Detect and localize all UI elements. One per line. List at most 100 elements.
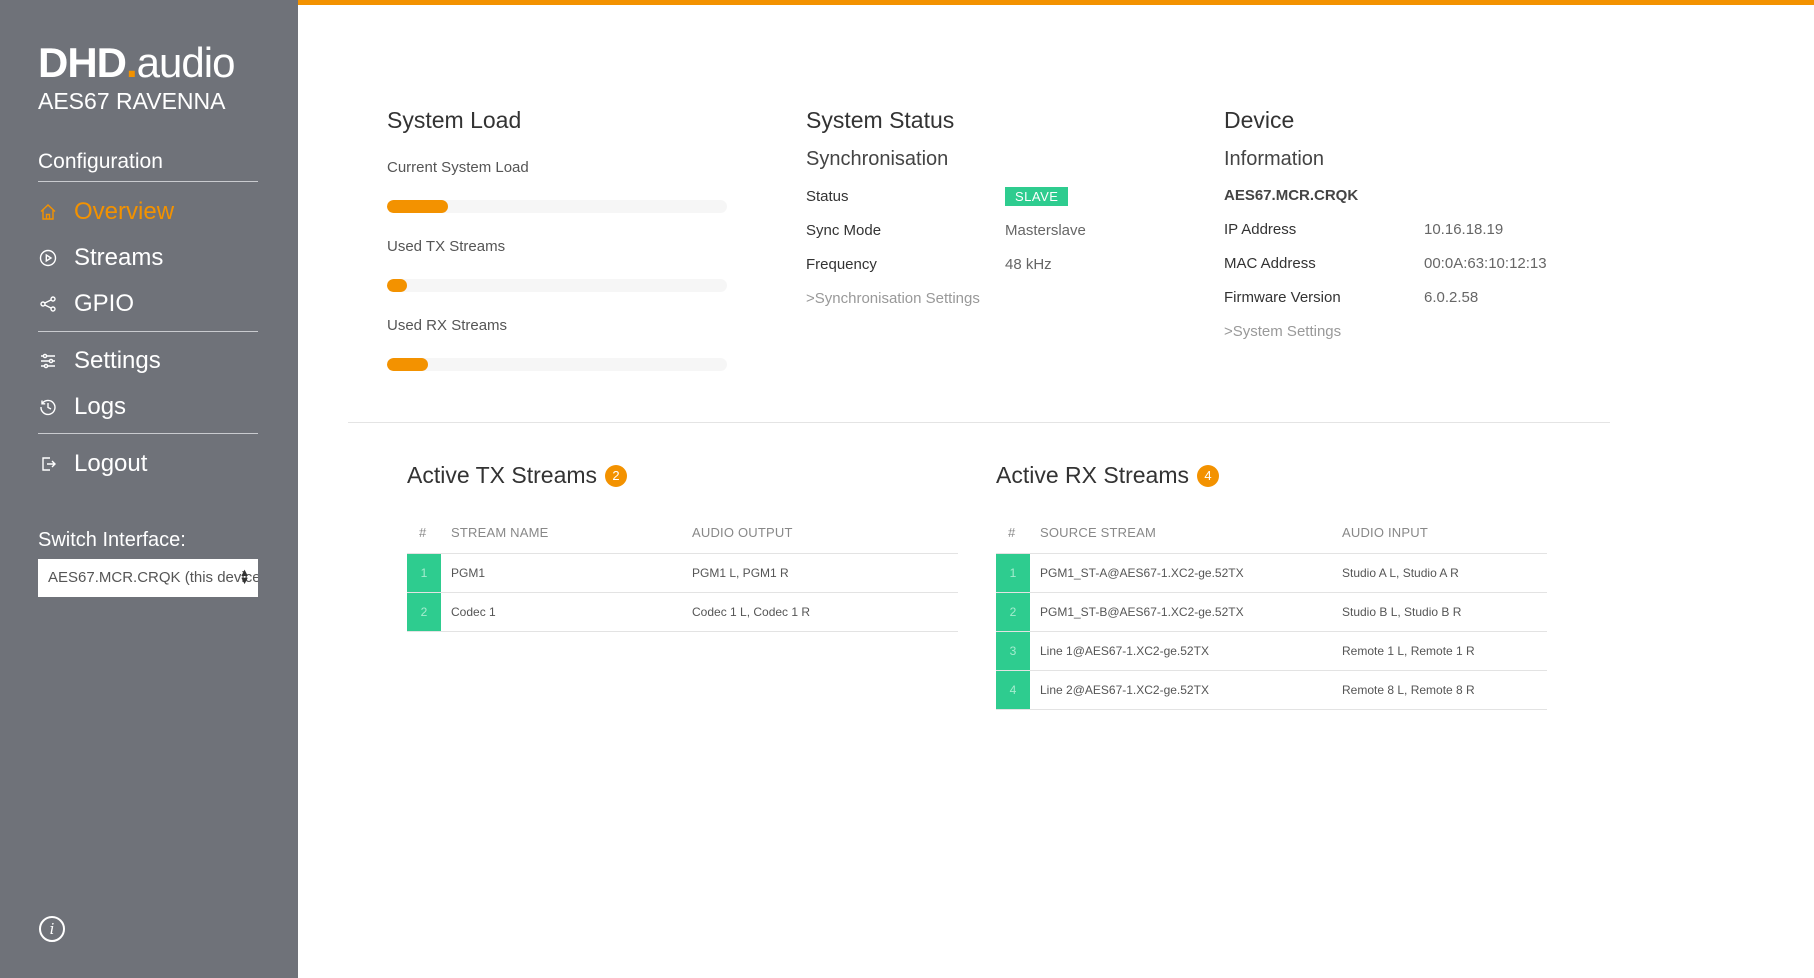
logo-dot: . <box>126 39 138 86</box>
section-divider <box>348 422 1610 423</box>
table-row[interactable]: 1 PGM1 PGM1 L, PGM1 R <box>407 554 958 593</box>
tx-streams-count-badge: 2 <box>605 464 628 487</box>
home-icon <box>38 202 58 222</box>
info-icon[interactable]: i <box>39 916 65 942</box>
audio-input: Studio A L, Studio A R <box>1342 566 1459 580</box>
nav-divider <box>38 433 258 434</box>
sidebar-item-logout[interactable]: Logout <box>38 446 268 482</box>
audio-input: Remote 8 L, Remote 8 R <box>1342 683 1475 697</box>
nav-heading: Configuration <box>38 150 163 173</box>
status-label: Status <box>806 188 849 205</box>
col-number-header: # <box>1008 525 1016 540</box>
audio-output: Codec 1 L, Codec 1 R <box>692 605 811 619</box>
row-number: 2 <box>996 593 1030 631</box>
system-settings-link[interactable]: >System Settings <box>1224 323 1341 340</box>
switch-interface-label: Switch Interface: <box>38 529 186 551</box>
nav-divider <box>38 181 258 182</box>
sync-subtitle: Synchronisation <box>806 148 949 170</box>
tx-streams-load-bar <box>387 279 727 292</box>
col-source-stream-header: SOURCE STREAM <box>1040 525 1157 540</box>
device-name: AES67.MCR.CRQK <box>1224 187 1359 204</box>
firmware-label: Firmware Version <box>1224 289 1341 306</box>
current-load-bar <box>387 200 727 213</box>
device-subtitle: Information <box>1224 148 1325 170</box>
sidebar-item-settings[interactable]: Settings <box>38 343 268 379</box>
sidebar-item-logs[interactable]: Logs <box>38 389 268 425</box>
table-header: # SOURCE STREAM AUDIO INPUT <box>996 513 1547 554</box>
ip-address-value: 10.16.18.19 <box>1424 221 1504 238</box>
sidebar-item-overview[interactable]: Overview <box>38 194 268 230</box>
rx-streams-table: # SOURCE STREAM AUDIO INPUT 1 PGM1_ST-A@… <box>996 513 1547 710</box>
mac-address-label: MAC Address <box>1224 255 1316 272</box>
row-number: 1 <box>407 554 441 592</box>
audio-output: PGM1 L, PGM1 R <box>692 566 789 580</box>
row-number: 4 <box>996 671 1030 709</box>
sidebar: DHD.audio AES67 RAVENNA Configuration Ov… <box>0 0 298 978</box>
stream-name: Codec 1 <box>451 605 496 619</box>
col-audio-input-header: AUDIO INPUT <box>1342 525 1428 540</box>
rx-streams-load-fill <box>387 358 428 371</box>
logo: DHD.audio <box>38 39 236 86</box>
sidebar-item-label: Logout <box>74 450 148 477</box>
play-circle-icon <box>38 248 58 268</box>
sidebar-item-label: Settings <box>74 347 161 374</box>
row-number: 2 <box>407 593 441 631</box>
device-title: Device <box>1224 107 1295 133</box>
table-row[interactable]: 3 Line 1@AES67-1.XC2-ge.52TX Remote 1 L,… <box>996 632 1547 671</box>
table-header: # STREAM NAME AUDIO OUTPUT <box>407 513 958 554</box>
current-load-label: Current System Load <box>387 159 529 176</box>
logo-suffix: audio <box>136 39 236 86</box>
tx-streams-title: Active TX Streams 2 <box>407 462 628 489</box>
select-arrows-icon: ▲ ▼ <box>239 567 250 587</box>
stream-name: PGM1 <box>451 566 486 580</box>
table-row[interactable]: 1 PGM1_ST-A@AES67-1.XC2-ge.52TX Studio A… <box>996 554 1547 593</box>
table-row[interactable]: 4 Line 2@AES67-1.XC2-ge.52TX Remote 8 L,… <box>996 671 1547 710</box>
sidebar-item-gpio[interactable]: GPIO <box>38 286 268 322</box>
brand: DHD.audio AES67 RAVENNA <box>38 39 236 115</box>
system-status-title: System Status <box>806 107 955 133</box>
switch-interface-value: AES67.MCR.CRQK (this device) <box>48 569 258 586</box>
tx-streams-title-text: Active TX Streams <box>407 462 598 488</box>
row-number: 1 <box>996 554 1030 592</box>
sync-mode-value: Masterslave <box>1005 222 1086 239</box>
source-stream: PGM1_ST-A@AES67-1.XC2-ge.52TX <box>1040 566 1244 580</box>
rx-streams-title: Active RX Streams 4 <box>996 462 1219 489</box>
sliders-icon <box>38 351 58 371</box>
tx-streams-load-fill <box>387 279 408 292</box>
audio-input: Remote 1 L, Remote 1 R <box>1342 644 1475 658</box>
ip-address-label: IP Address <box>1224 221 1297 238</box>
nav-divider <box>38 331 258 332</box>
sync-mode-label: Sync Mode <box>806 222 882 239</box>
col-stream-name-header: STREAM NAME <box>451 525 549 540</box>
table-row[interactable]: 2 Codec 1 Codec 1 L, Codec 1 R <box>407 593 958 632</box>
tx-streams-table: # STREAM NAME AUDIO OUTPUT 1 PGM1 PGM1 L… <box>407 513 958 632</box>
table-row[interactable]: 2 PGM1_ST-B@AES67-1.XC2-ge.52TX Studio B… <box>996 593 1547 632</box>
source-stream: Line 1@AES67-1.XC2-ge.52TX <box>1040 644 1209 658</box>
sidebar-item-streams[interactable]: Streams <box>38 240 268 276</box>
rx-streams-load-label: Used RX Streams <box>387 317 508 334</box>
sidebar-item-label: Streams <box>74 244 164 271</box>
mac-address-value: 00:0A:63:10:12:13 <box>1424 255 1547 272</box>
sync-settings-link[interactable]: >Synchronisation Settings <box>806 290 980 307</box>
brand-subtitle: AES67 RAVENNA <box>38 88 226 114</box>
sidebar-item-label: Overview <box>74 198 175 225</box>
rx-streams-load-bar <box>387 358 727 371</box>
col-number-header: # <box>419 525 427 540</box>
audio-input: Studio B L, Studio B R <box>1342 605 1462 619</box>
share-icon <box>38 294 58 314</box>
switch-interface-select[interactable]: AES67.MCR.CRQK (this device) ▲ ▼ <box>38 559 258 597</box>
logo-main: DHD <box>38 39 127 86</box>
col-audio-output-header: AUDIO OUTPUT <box>692 525 793 540</box>
main-content: System Load Current System Load Used TX … <box>298 0 1814 978</box>
logout-icon <box>38 454 58 474</box>
sidebar-item-label: Logs <box>74 393 127 420</box>
sidebar-item-label: GPIO <box>74 290 135 317</box>
rx-streams-count-badge: 4 <box>1197 464 1219 487</box>
frequency-label: Frequency <box>806 256 877 273</box>
status-badge: SLAVE <box>1005 187 1069 206</box>
current-load-fill <box>387 200 449 213</box>
source-stream: Line 2@AES67-1.XC2-ge.52TX <box>1040 683 1209 697</box>
source-stream: PGM1_ST-B@AES67-1.XC2-ge.52TX <box>1040 605 1244 619</box>
history-icon <box>38 397 58 417</box>
frequency-value: 48 kHz <box>1005 256 1052 273</box>
